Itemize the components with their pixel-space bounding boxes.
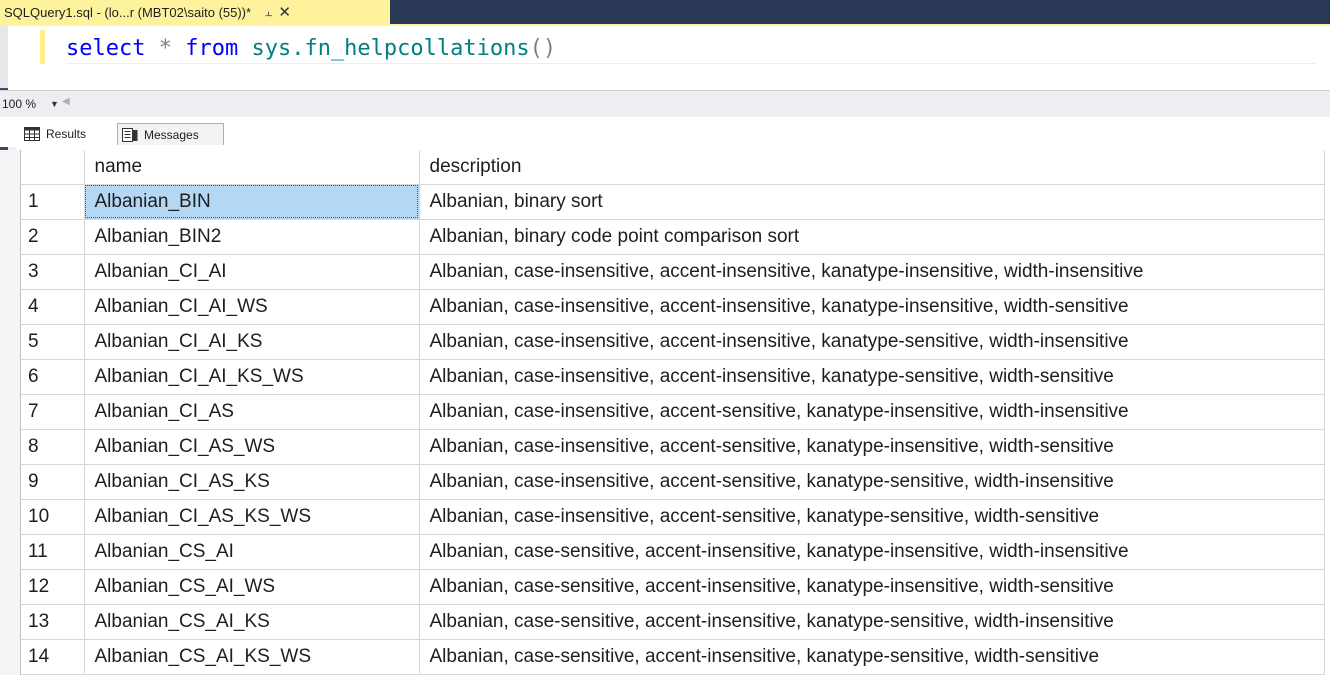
cell-name[interactable]: Albanian_CI_AI_KS <box>84 324 420 360</box>
table-row[interactable]: 5 Albanian_CI_AI_KS Albanian, case-insensi… <box>21 324 1325 360</box>
row-number[interactable]: 9 <box>21 464 85 500</box>
cell-description[interactable]: Albanian, case-sensitive, accent-insensi… <box>419 569 1325 605</box>
cell-description[interactable]: Albanian, case-sensitive, accent-insensi… <box>419 604 1325 640</box>
table-row[interactable]: 11 Albanian_CS_AI Albanian, case-sensitive… <box>21 534 1325 570</box>
cell-description[interactable]: Albanian, case-insensitive, accent-sensi… <box>419 499 1325 535</box>
cell-name[interactable]: Albanian_BIN2 <box>84 219 420 255</box>
row-number[interactable]: 11 <box>21 534 85 570</box>
cell-name[interactable]: Albanian_CS_AI <box>84 534 420 570</box>
table-row[interactable]: 7 Albanian_CI_AS Albanian, case-insensitiv… <box>21 394 1325 430</box>
table-row[interactable]: 13 Albanian_CS_AI_KS Albanian, case-sensit… <box>21 604 1325 640</box>
query-editor[interactable]: select * from sys.fn_helpcollations() <box>0 26 1330 88</box>
function-name: sys.fn_helpcollations <box>251 36 530 61</box>
cell-description[interactable]: Albanian, case-insensitive, accent-sensi… <box>419 394 1325 430</box>
table-row[interactable]: 9 Albanian_CI_AS_KS Albanian, case-insensi… <box>21 464 1325 500</box>
cell-description[interactable]: Albanian, binary sort <box>419 184 1325 220</box>
zoom-select[interactable]: 100 % ▼ <box>2 96 59 112</box>
tab-messages[interactable]: Messages <box>117 123 224 145</box>
table-row[interactable]: 6 Albanian_CI_AI_KS_WS Albanian, case-inse… <box>21 359 1325 395</box>
cell-description[interactable]: Albanian, case-insensitive, accent-sensi… <box>419 464 1325 500</box>
row-number[interactable]: 2 <box>21 219 85 255</box>
row-number[interactable]: 5 <box>21 324 85 360</box>
cell-name[interactable]: Albanian_BIN <box>84 184 420 220</box>
grid-icon <box>24 127 40 141</box>
cell-name[interactable]: Albanian_CI_AS <box>84 394 420 430</box>
cell-description[interactable]: Albanian, binary code point comparison s… <box>419 219 1325 255</box>
chevron-down-icon[interactable]: ▼ <box>50 99 59 109</box>
cell-description[interactable]: Albanian, case-insensitive, accent-insen… <box>419 359 1325 395</box>
tab-results-label: Results <box>46 127 87 141</box>
messages-icon <box>122 127 138 142</box>
cell-description[interactable]: Albanian, case-sensitive, accent-insensi… <box>419 639 1325 675</box>
table-row[interactable]: 1 Albanian_BIN Albanian, binary sort <box>21 184 1325 220</box>
table-row[interactable]: 3 Albanian_CI_AI Albanian, case-insensitiv… <box>21 254 1325 290</box>
row-number[interactable]: 14 <box>21 639 85 675</box>
change-indicator-bar <box>40 30 45 64</box>
table-row[interactable]: 12 Albanian_CS_AI_WS Albanian, case-sensit… <box>21 569 1325 605</box>
row-number[interactable]: 13 <box>21 604 85 640</box>
table-row[interactable]: 8 Albanian_CI_AS_WS Albanian, case-insensi… <box>21 429 1325 465</box>
parentheses: () <box>529 36 557 61</box>
row-number[interactable]: 8 <box>21 429 85 465</box>
row-number[interactable]: 7 <box>21 394 85 430</box>
cell-name[interactable]: Albanian_CS_AI_KS_WS <box>84 639 420 675</box>
table-row[interactable]: 10 Albanian_CI_AS_KS_WS Albanian, case-ins… <box>21 499 1325 535</box>
results-tab-bar: Results Messages <box>0 117 1330 147</box>
cell-name[interactable]: Albanian_CI_AI_KS_WS <box>84 359 420 395</box>
cell-description[interactable]: Albanian, case-insensitive, accent-insen… <box>419 289 1325 325</box>
cell-name[interactable]: Albanian_CI_AI <box>84 254 420 290</box>
table-row[interactable]: 2 Albanian_BIN2 Albanian, binary code poin… <box>21 219 1325 255</box>
row-number[interactable]: 3 <box>21 254 85 290</box>
results-grid[interactable]: name description 1 Albanian_BIN Albanian, … <box>20 150 1330 675</box>
column-header-name[interactable]: name <box>84 150 420 185</box>
row-number[interactable]: 10 <box>21 499 85 535</box>
cell-name[interactable]: Albanian_CI_AS_KS_WS <box>84 499 420 535</box>
row-number[interactable]: 6 <box>21 359 85 395</box>
query-tab-title[interactable]: SQLQuery1.sql - (lo...r (MBT02\saito (55… <box>4 5 251 20</box>
cell-name[interactable]: Albanian_CS_AI_KS <box>84 604 420 640</box>
cell-name[interactable]: Albanian_CI_AS_KS <box>84 464 420 500</box>
cell-description[interactable]: Albanian, case-insensitive, accent-insen… <box>419 324 1325 360</box>
column-header-description[interactable]: description <box>419 150 1325 185</box>
table-row[interactable]: 4 Albanian_CI_AI_WS Albanian, case-insensi… <box>21 289 1325 325</box>
cell-name[interactable]: Albanian_CS_AI_WS <box>84 569 420 605</box>
star-operator: * <box>158 36 172 61</box>
tab-results[interactable]: Results <box>24 123 114 145</box>
header-row: name description <box>21 150 1325 185</box>
keyword-select: select <box>66 36 146 61</box>
close-icon[interactable]: ✕ <box>278 5 291 20</box>
zoom-bar: 100 % ▼ ◀ <box>0 90 1330 117</box>
cell-name[interactable]: Albanian_CI_AS_WS <box>84 429 420 465</box>
pin-icon[interactable]: ⫠ <box>265 5 272 20</box>
row-number[interactable]: 12 <box>21 569 85 605</box>
cell-name[interactable]: Albanian_CI_AI_WS <box>84 289 420 325</box>
results-left-gutter <box>0 150 20 675</box>
row-number[interactable]: 4 <box>21 289 85 325</box>
row-number-header[interactable] <box>21 150 85 185</box>
cell-description[interactable]: Albanian, case-sensitive, accent-insensi… <box>419 534 1325 570</box>
keyword-from: from <box>185 36 239 61</box>
zoom-value: 100 % <box>2 97 37 111</box>
row-number[interactable]: 1 <box>21 184 85 220</box>
table-row[interactable]: 14 Albanian_CS_AI_KS_WS Albanian, case-sen… <box>21 639 1325 675</box>
document-tab-strip: SQLQuery1.sql - (lo...r (MBT02\saito (55… <box>0 0 1330 26</box>
scroll-left-icon[interactable]: ◀ <box>62 96 70 107</box>
cell-description[interactable]: Albanian, case-insensitive, accent-sensi… <box>419 429 1325 465</box>
results-table: name description 1 Albanian_BIN Albanian, … <box>21 150 1325 675</box>
tab-messages-label: Messages <box>144 127 199 142</box>
editor-margin <box>0 26 8 88</box>
query-tab[interactable]: SQLQuery1.sql - (lo...r (MBT02\saito (55… <box>0 0 390 24</box>
code-line-1[interactable]: select * from sys.fn_helpcollations() <box>66 35 1316 64</box>
cell-description[interactable]: Albanian, case-insensitive, accent-insen… <box>419 254 1325 290</box>
